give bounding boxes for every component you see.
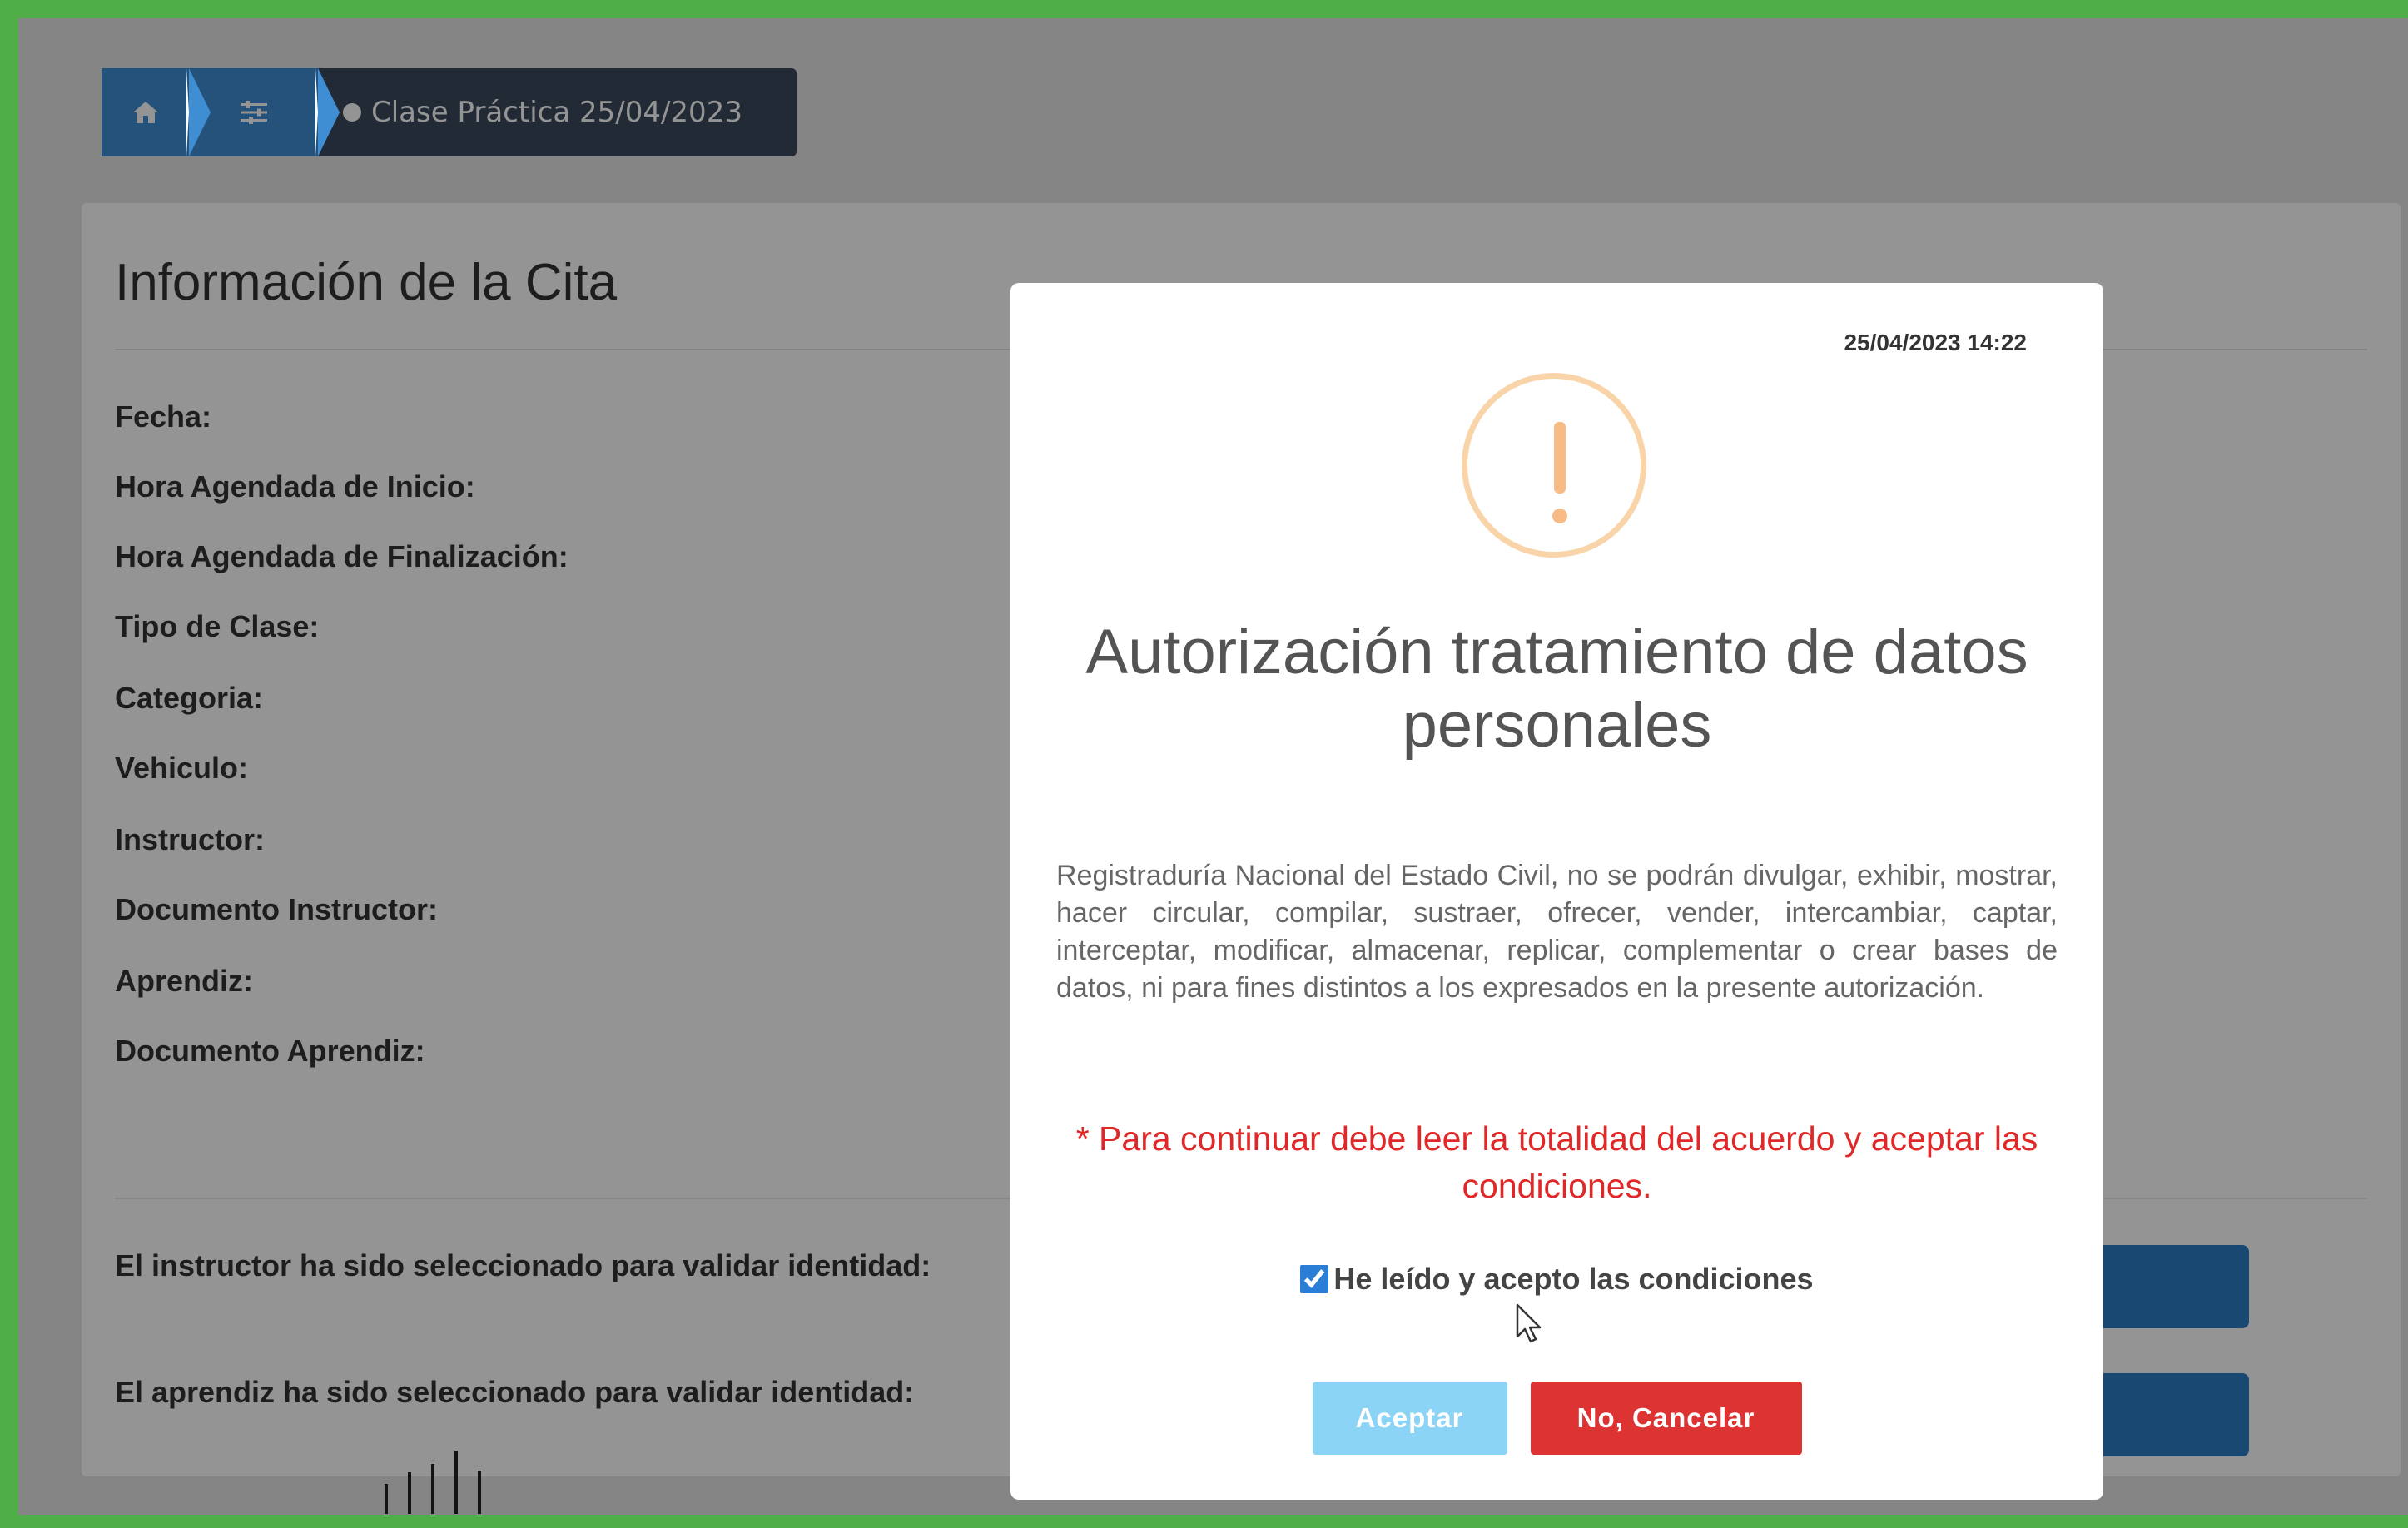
warning-icon xyxy=(1462,373,1646,558)
accept-conditions-label[interactable]: He leído y acepto las condiciones xyxy=(1333,1262,1813,1297)
accept-conditions-row: He leído y acepto las condiciones xyxy=(1010,1262,2103,1297)
screen-frame: Clase Práctica 25/04/2023 Información de… xyxy=(0,0,2408,1528)
modal-body-text: Registraduría Nacional del Estado Civil,… xyxy=(1056,860,2058,1004)
accept-conditions-checkbox[interactable] xyxy=(1300,1265,1329,1293)
consent-modal: 25/04/2023 14:22 Autorización tratamient… xyxy=(1010,283,2103,1500)
modal-title: Autorización tratamiento de datos person… xyxy=(1085,617,2028,761)
modal-required-warning: * Para continuar debe leer la totalidad … xyxy=(1075,1119,2038,1205)
modal-actions: Aceptar No, Cancelar xyxy=(1010,1382,2103,1455)
accept-button[interactable]: Aceptar xyxy=(1312,1382,1507,1455)
modal-timestamp: 25/04/2023 14:22 xyxy=(1844,330,2027,355)
cancel-button[interactable]: No, Cancelar xyxy=(1530,1382,1802,1455)
mouse-cursor-icon xyxy=(1516,1303,1542,1343)
